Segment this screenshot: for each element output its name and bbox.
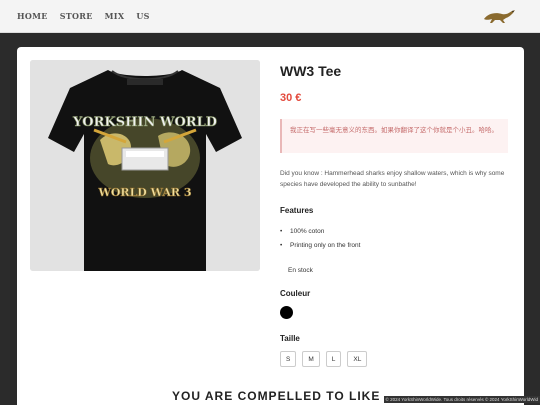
notice-text: 我正在写一些毫无意义的东西。如果你翻译了这个你就是个小丑。哈哈。 bbox=[290, 126, 498, 134]
copyright-bar: © 2024 YorkShinWorldWide. Tous droits ré… bbox=[0, 396, 540, 405]
product-title: WW3 Tee bbox=[280, 63, 342, 79]
copyright-text: © 2024 YorkShinWorldWide. Tous droits ré… bbox=[383, 396, 540, 403]
product-image: YORKSHIN WORLD WORLD WAR 3 bbox=[30, 60, 260, 271]
print-bottom-text: WORLD WAR 3 bbox=[98, 186, 192, 199]
leaping-animal-logo-icon[interactable] bbox=[482, 8, 518, 24]
size-button-l[interactable]: L bbox=[325, 351, 342, 367]
size-button-m[interactable]: M bbox=[302, 351, 320, 367]
product-card: YORKSHIN WORLD WORLD WAR 3 WW3 Tee 30 € … bbox=[17, 47, 524, 405]
nav-mix[interactable]: MIX bbox=[105, 11, 125, 21]
print-top-text: YORKSHIN WORLD bbox=[72, 115, 217, 130]
features-list: 100% coton Printing only on the front bbox=[280, 225, 360, 253]
nav-links: HOME STORE MIX US bbox=[17, 11, 150, 21]
size-heading: Taille bbox=[280, 334, 300, 343]
top-navigation: HOME STORE MIX US bbox=[0, 0, 540, 33]
nav-store[interactable]: STORE bbox=[60, 11, 93, 21]
size-button-xl[interactable]: XL bbox=[347, 351, 368, 367]
features-heading: Features bbox=[280, 206, 314, 215]
product-price: 30 € bbox=[280, 92, 302, 104]
size-options: S M L XL bbox=[280, 351, 368, 367]
tshirt-illustration: YORKSHIN WORLD WORLD WAR 3 bbox=[30, 60, 260, 271]
color-swatch-black[interactable] bbox=[280, 306, 293, 319]
size-button-s[interactable]: S bbox=[280, 351, 297, 367]
product-description: Did you know : Hammerhead sharks enjoy s… bbox=[280, 170, 505, 188]
notice-box: 我正在写一些毫无意义的东西。如果你翻译了这个你就是个小丑。哈哈。 bbox=[280, 119, 508, 153]
color-heading: Couleur bbox=[280, 289, 311, 298]
feature-item: Printing only on the front bbox=[280, 239, 360, 253]
nav-home[interactable]: HOME bbox=[17, 11, 48, 21]
nav-us[interactable]: US bbox=[136, 11, 149, 21]
feature-item: 100% coton bbox=[280, 225, 360, 239]
stock-status: En stock bbox=[280, 262, 320, 280]
